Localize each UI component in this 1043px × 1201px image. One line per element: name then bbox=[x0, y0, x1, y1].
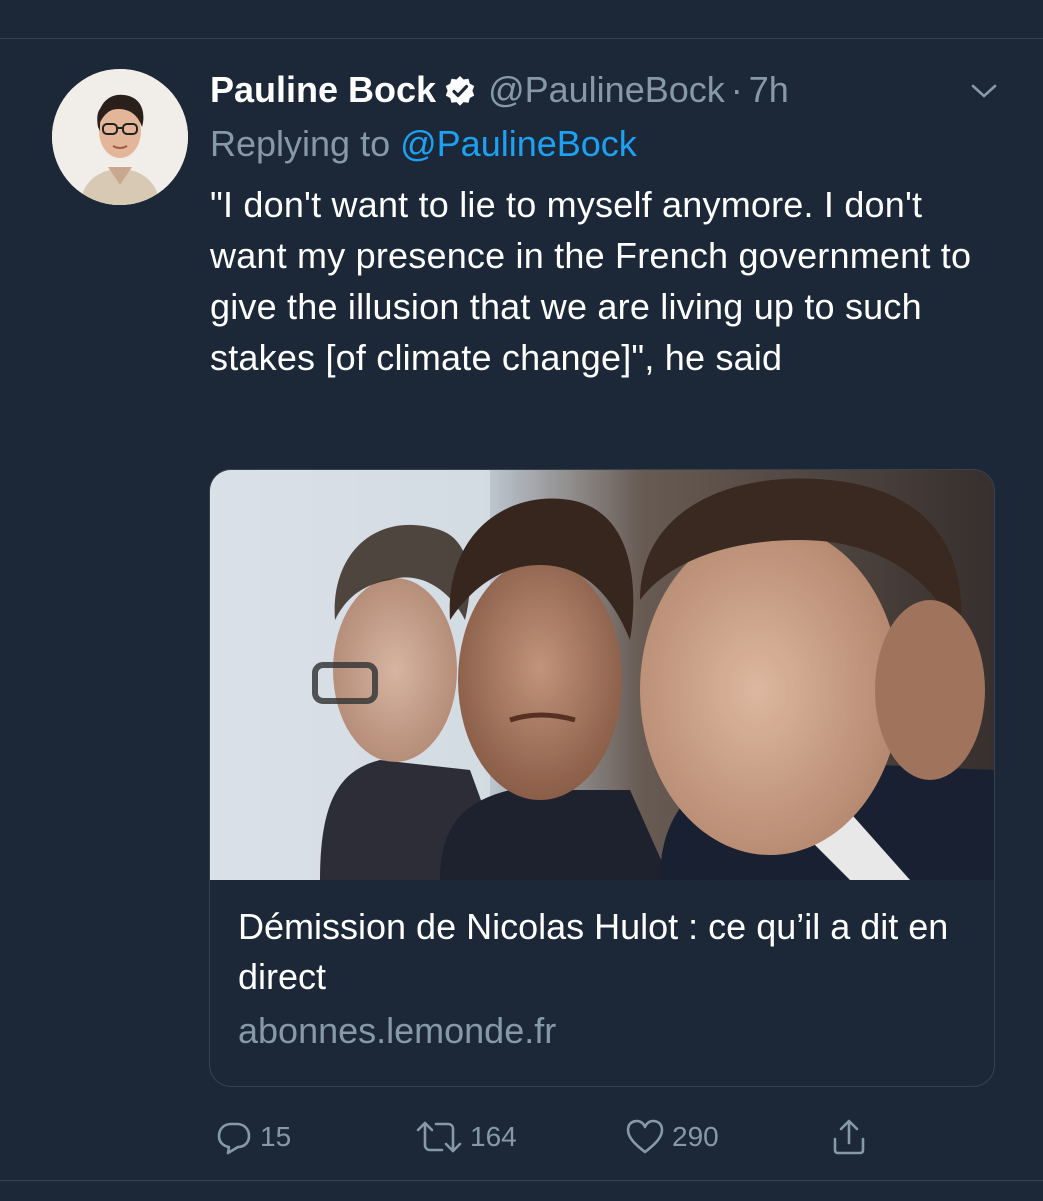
author-name[interactable]: Pauline Bock bbox=[210, 69, 436, 111]
heart-icon bbox=[626, 1119, 664, 1154]
avatar[interactable] bbox=[52, 69, 188, 205]
retweet-button[interactable]: 164 bbox=[414, 1115, 517, 1159]
like-button[interactable]: 290 bbox=[624, 1115, 719, 1159]
like-count: 290 bbox=[672, 1121, 719, 1152]
card-image bbox=[210, 470, 994, 880]
link-card[interactable]: Démission de Nicolas Hulot : ce qu’il a … bbox=[209, 469, 995, 1087]
replying-mention-link[interactable]: @PaulineBock bbox=[400, 123, 637, 164]
reply-icon bbox=[217, 1122, 251, 1155]
card-domain[interactable]: abonnes.lemonde.fr bbox=[238, 1010, 556, 1052]
verified-badge-icon bbox=[444, 74, 476, 106]
retweet-count: 164 bbox=[470, 1121, 517, 1152]
share-icon bbox=[833, 1119, 865, 1155]
top-divider bbox=[0, 0, 1043, 39]
card-title[interactable]: Démission de Nicolas Hulot : ce qu’il a … bbox=[238, 902, 968, 1002]
tweet-text: "I don't want to lie to myself anymore. … bbox=[210, 184, 972, 378]
reply-count: 15 bbox=[260, 1121, 292, 1152]
retweet-icon bbox=[416, 1121, 462, 1153]
author-handle[interactable]: @PaulineBock bbox=[488, 69, 725, 111]
avatar-portrait bbox=[52, 69, 188, 205]
replying-prefix: Replying to bbox=[210, 123, 391, 164]
separator-dot: · bbox=[730, 69, 743, 110]
chevron-down-icon[interactable] bbox=[968, 75, 1000, 107]
tweet[interactable]: Pauline Bock @PaulineBock · 7h Replying … bbox=[0, 39, 1043, 1179]
tweet-time[interactable]: 7h bbox=[749, 69, 789, 111]
reply-button[interactable]: 15 bbox=[214, 1115, 291, 1159]
tweet-actions: 15 164 290 bbox=[214, 1115, 894, 1159]
tweet-header: Pauline Bock @PaulineBock · 7h bbox=[210, 67, 789, 113]
bottom-divider bbox=[0, 1180, 1043, 1201]
share-button[interactable] bbox=[829, 1115, 875, 1159]
replying-to: Replying to @PaulineBock bbox=[210, 123, 637, 165]
